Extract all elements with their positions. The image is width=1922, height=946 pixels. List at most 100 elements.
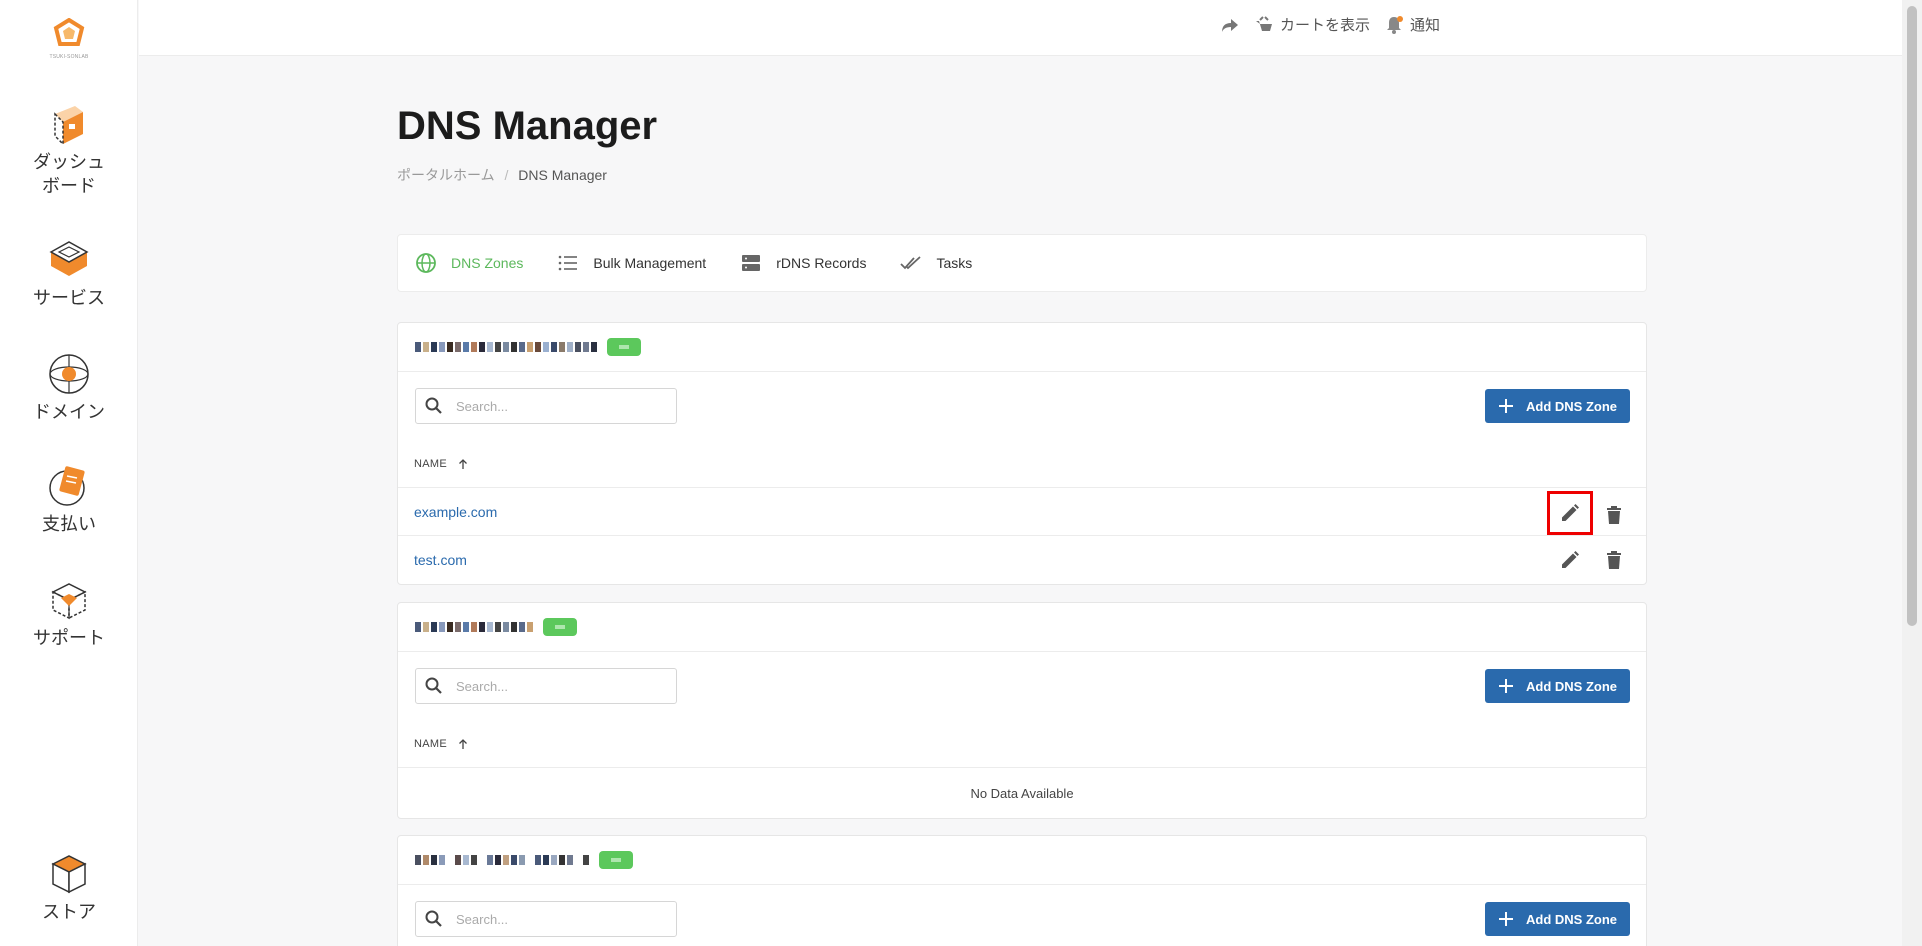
- server-icon: [742, 255, 761, 271]
- add-dns-zone-button[interactable]: Add DNS Zone: [1485, 902, 1630, 936]
- sidebar-item-dashboard[interactable]: ダッシュ ボード: [0, 100, 138, 198]
- sidebar-item-domains[interactable]: ドメイン: [0, 350, 138, 424]
- list-icon: [559, 255, 578, 271]
- payment-icon: [49, 466, 85, 506]
- search-icon: [425, 910, 442, 927]
- tab-bar: DNS Zones Bulk Management rDNS Records T…: [397, 234, 1647, 292]
- sidebar-item-billing[interactable]: 支払い: [0, 462, 138, 536]
- tab-dns-zones[interactable]: DNS Zones: [415, 252, 523, 274]
- search-box: [415, 901, 677, 937]
- double-check-icon: [900, 256, 922, 270]
- redacted-account-name: [415, 853, 591, 867]
- search-row: Add DNS Zone: [398, 885, 1646, 946]
- zone-link[interactable]: test.com: [414, 552, 467, 568]
- card-header: [398, 323, 1646, 372]
- breadcrumb-current: DNS Manager: [518, 167, 607, 183]
- search-input[interactable]: [456, 398, 656, 414]
- sidebar-item-label: 支払い: [42, 514, 96, 534]
- status-badge: [607, 338, 641, 356]
- sidebar-item-label: ボード: [42, 176, 96, 196]
- add-dns-zone-label: Add DNS Zone: [1526, 678, 1617, 694]
- status-badge: [599, 851, 633, 869]
- column-header-label: NAME: [414, 737, 447, 750]
- plus-icon: [1499, 399, 1513, 413]
- edit-button[interactable]: [1547, 491, 1593, 535]
- plus-icon: [1499, 912, 1513, 926]
- tab-bulk-management[interactable]: Bulk Management: [557, 252, 706, 274]
- store-cube-icon: [51, 855, 87, 894]
- table-row: test.com: [398, 536, 1646, 584]
- services-box-icon: [49, 241, 89, 276]
- status-badge: [543, 618, 577, 636]
- logo-icon: [53, 17, 85, 46]
- dns-zone-card: Add DNS Zone NAME No Data Available: [397, 602, 1647, 819]
- sidebar-item-label: ドメイン: [33, 402, 105, 422]
- view-cart-button[interactable]: カートを表示: [1254, 14, 1370, 35]
- search-box: [415, 388, 677, 424]
- delete-button[interactable]: [1600, 546, 1628, 574]
- logo-text: TSUKI-SONLAB: [49, 54, 89, 60]
- tab-label: DNS Zones: [451, 255, 524, 271]
- breadcrumb-home[interactable]: ポータルホーム: [397, 167, 495, 183]
- empty-state: No Data Available: [970, 785, 1074, 801]
- search-input[interactable]: [456, 911, 656, 927]
- dns-zone-card: Add DNS Zone: [397, 835, 1647, 946]
- edit-button[interactable]: [1556, 546, 1584, 574]
- column-header-label: NAME: [414, 457, 447, 470]
- share-arrow-icon: [1221, 18, 1238, 32]
- tab-rdns-records[interactable]: rDNS Records: [740, 252, 866, 274]
- brand-logo[interactable]: TSUKI-SONLAB: [44, 17, 94, 66]
- pencil-icon: [1562, 504, 1579, 521]
- tab-label: Tasks: [936, 255, 973, 271]
- globe-icon: [416, 253, 436, 273]
- topbar-actions: カートを表示 通知: [1220, 14, 1440, 35]
- globe-icon: [49, 354, 89, 394]
- row-actions: [1556, 546, 1628, 574]
- sidebar-item-store[interactable]: ストア: [0, 850, 138, 924]
- sidebar-item-label: ストア: [42, 902, 96, 922]
- breadcrumb-separator: /: [504, 167, 509, 183]
- delete-button[interactable]: [1600, 501, 1628, 529]
- add-dns-zone-label: Add DNS Zone: [1526, 911, 1617, 927]
- tab-tasks[interactable]: Tasks: [900, 252, 972, 274]
- redacted-account-name: [415, 620, 535, 634]
- notifications-button[interactable]: 通知: [1384, 14, 1440, 35]
- row-actions: [1547, 491, 1628, 535]
- sidebar-item-label: ダッシュ: [33, 152, 105, 172]
- trash-icon: [1607, 551, 1621, 569]
- notifications-label: 通知: [1409, 17, 1440, 34]
- add-dns-zone-button[interactable]: Add DNS Zone: [1485, 669, 1630, 703]
- zone-link[interactable]: example.com: [414, 504, 497, 520]
- dashboard-icon: [54, 106, 83, 146]
- card-header: [398, 603, 1646, 652]
- tab-label: Bulk Management: [593, 255, 707, 271]
- search-input[interactable]: [456, 678, 656, 694]
- share-button[interactable]: [1220, 15, 1240, 35]
- sidebar: TSUKI-SONLAB ダッシュ ボード サービス ドメイン 支払い サポート…: [0, 0, 138, 946]
- redacted-account-name: [415, 340, 599, 354]
- sidebar-item-support[interactable]: サポート: [0, 576, 138, 650]
- add-dns-zone-label: Add DNS Zone: [1526, 398, 1617, 414]
- page-scrollbar[interactable]: [1902, 0, 1922, 946]
- sidebar-item-services[interactable]: サービス: [0, 236, 138, 310]
- tab-label: rDNS Records: [776, 255, 867, 271]
- sidebar-item-label: サポート: [33, 628, 105, 648]
- search-row: Add DNS Zone: [398, 652, 1646, 720]
- column-header-name[interactable]: NAME: [398, 440, 1646, 488]
- view-cart-label: カートを表示: [1279, 17, 1370, 34]
- notification-dot: [1396, 15, 1403, 22]
- search-icon: [425, 677, 442, 694]
- search-box: [415, 668, 677, 704]
- breadcrumb: ポータルホーム / DNS Manager: [397, 165, 607, 185]
- scrollbar-thumb[interactable]: [1907, 6, 1917, 626]
- column-header-name[interactable]: NAME: [398, 720, 1646, 768]
- page-title: DNS Manager: [397, 104, 658, 148]
- add-dns-zone-button[interactable]: Add DNS Zone: [1485, 389, 1630, 423]
- plus-icon: [1499, 679, 1513, 693]
- sidebar-item-label: サービス: [33, 288, 105, 308]
- search-row: Add DNS Zone: [398, 372, 1646, 440]
- sort-ascending-icon: [459, 458, 467, 469]
- sort-ascending-icon: [459, 738, 467, 749]
- top-bar: カートを表示 通知: [139, 0, 1902, 56]
- bell-icon: [1384, 15, 1404, 35]
